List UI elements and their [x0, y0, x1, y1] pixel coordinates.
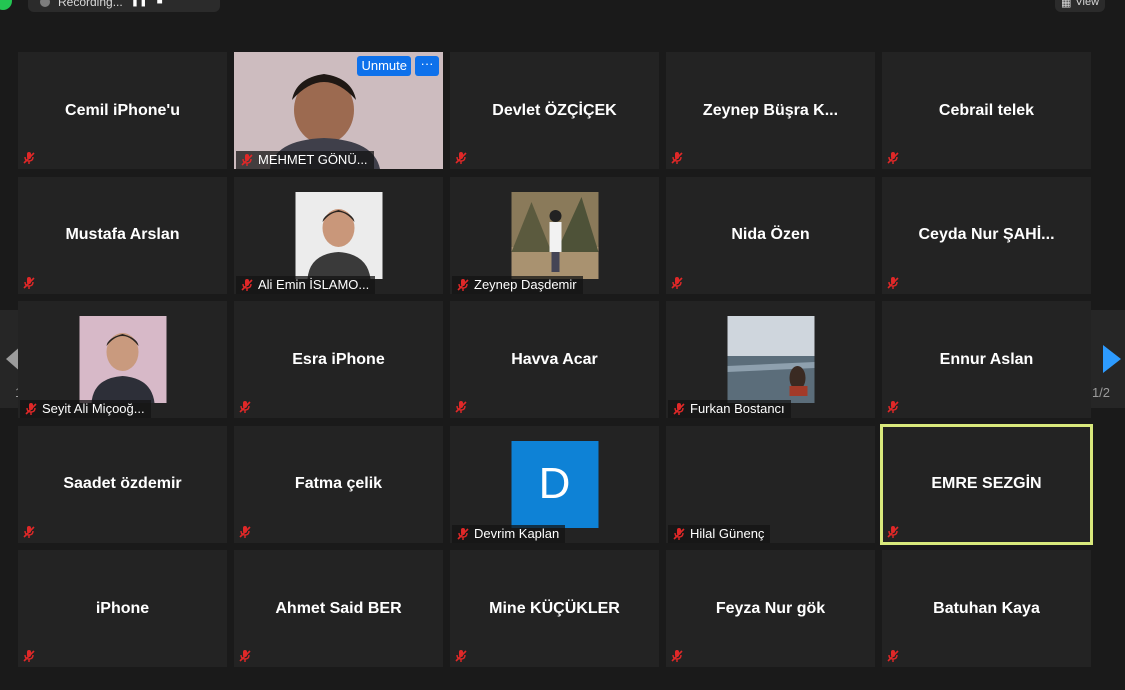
participant-name: Mine KÜÇÜKLER: [489, 599, 620, 617]
participant-name: Hilal Günenç: [690, 525, 765, 541]
participant-tile[interactable]: Mustafa Arslan: [18, 176, 227, 294]
participant-tile[interactable]: Ceyda Nur ŞAHİ...: [882, 176, 1091, 294]
profile-photo: [511, 191, 598, 279]
participant-name: Devlet ÖZÇİÇEK: [492, 101, 617, 119]
stop-recording-icon[interactable]: ■: [153, 0, 167, 7]
muted-mic-icon: [886, 400, 900, 414]
participant-tile[interactable]: EMRE SEZGİN: [880, 423, 1093, 545]
participant-tile[interactable]: Furkan Bostancı: [666, 301, 875, 418]
participant-name: Feyza Nur gök: [715, 599, 826, 617]
participant-tile[interactable]: Devlet ÖZÇİÇEK: [450, 52, 659, 169]
participant-tile[interactable]: Havva Acar: [450, 301, 659, 418]
participant-tile[interactable]: Fatma çelik: [234, 425, 443, 543]
muted-mic-icon: [886, 525, 900, 539]
muted-mic-icon: [886, 649, 900, 663]
more-options-button[interactable]: ···: [415, 56, 439, 76]
profile-photo: [79, 316, 166, 403]
unmute-button[interactable]: Unmute: [357, 56, 411, 76]
security-icon[interactable]: [0, 0, 12, 10]
recording-label: Recording...: [58, 0, 123, 9]
profile-photo: [295, 191, 382, 279]
muted-mic-icon: [22, 649, 36, 663]
participant-label: Zeynep Daşdemir: [452, 275, 583, 294]
participant-tile[interactable]: Ali Emin İSLAMO...: [234, 176, 443, 294]
muted-mic-icon: [454, 649, 468, 663]
muted-mic-icon: [238, 525, 252, 539]
participant-name: Esra iPhone: [292, 350, 385, 368]
avatar: D: [511, 440, 598, 528]
participant-tile[interactable]: Ahmet Said BER: [234, 550, 443, 667]
participant-name: iPhone: [95, 599, 150, 617]
participant-label: Furkan Bostancı: [668, 400, 791, 418]
participant-name: Ali Emin İSLAMO...: [258, 276, 370, 292]
participant-name: Nida Özen: [731, 226, 810, 243]
participant-label: Seyit Ali Miçooğ...: [20, 400, 151, 418]
muted-mic-icon: [672, 527, 686, 541]
participant-tile[interactable]: Saadet özdemir: [18, 425, 227, 543]
participant-tile[interactable]: Hilal Günenç: [666, 425, 875, 543]
muted-mic-icon: [238, 400, 252, 414]
profile-photo: [727, 316, 814, 403]
muted-mic-icon: [672, 402, 686, 416]
view-button[interactable]: ▦ View: [1055, 0, 1105, 12]
participant-tile[interactable]: Ennur Aslan: [882, 301, 1091, 418]
participant-tile[interactable]: Unmute ··· MEHMET GÖNÜ...: [234, 52, 443, 169]
muted-mic-icon: [456, 527, 470, 541]
participant-name: Cemil iPhone'u: [65, 101, 180, 119]
participant-name: Zeynep Daşdemir: [474, 276, 577, 292]
participant-name: Batuhan Kaya: [933, 599, 1040, 617]
participant-tile[interactable]: Esra iPhone: [234, 301, 443, 418]
participant-tile[interactable]: D Devrim Kaplan: [450, 425, 659, 543]
recording-indicator: Recording... ❚❚ ■: [28, 0, 220, 12]
muted-mic-icon: [240, 153, 254, 167]
participant-name: Devrim Kaplan: [474, 525, 560, 541]
muted-mic-icon: [238, 649, 252, 663]
muted-mic-icon: [454, 151, 468, 165]
participant-name: Ennur Aslan: [939, 350, 1034, 368]
participant-tile[interactable]: Seyit Ali Miçooğ...: [18, 301, 227, 418]
participant-name: Saadet özdemir: [63, 475, 182, 492]
muted-mic-icon: [22, 525, 36, 539]
grid-view-icon: ▦: [1060, 0, 1072, 9]
participant-tile[interactable]: Cemil iPhone'u: [18, 52, 227, 169]
muted-mic-icon: [24, 402, 38, 416]
participant-label: Devrim Kaplan: [452, 524, 566, 543]
view-label: View: [1075, 0, 1100, 8]
muted-mic-icon: [670, 151, 684, 165]
participant-name: Cebrail telek: [938, 101, 1035, 119]
pause-recording-icon[interactable]: ❚❚: [131, 0, 148, 7]
participant-label: MEHMET GÖNÜ...: [236, 151, 374, 169]
muted-mic-icon: [886, 276, 900, 290]
muted-mic-icon: [456, 278, 470, 292]
participant-label: Ali Emin İSLAMO...: [236, 275, 376, 294]
participant-name: EMRE SEZGİN: [931, 475, 1042, 492]
participant-name: MEHMET GÖNÜ...: [258, 152, 368, 167]
participant-name: Zeynep Büşra K...: [702, 101, 839, 119]
participant-tile[interactable]: Zeynep Daşdemir: [450, 176, 659, 294]
participant-tile[interactable]: Nida Özen: [666, 176, 875, 294]
participant-name: Ceyda Nur ŞAHİ...: [918, 226, 1055, 243]
muted-mic-icon: [886, 151, 900, 165]
participant-name: Fatma çelik: [294, 475, 383, 492]
participant-tile[interactable]: Zeynep Büşra K...: [666, 52, 875, 169]
participant-name: Furkan Bostancı: [690, 401, 785, 416]
participant-tile[interactable]: Cebrail telek: [882, 52, 1091, 169]
muted-mic-icon: [240, 278, 254, 292]
participant-tile[interactable]: iPhone: [18, 550, 227, 667]
participant-name: Mustafa Arslan: [65, 226, 180, 243]
participant-tile[interactable]: Mine KÜÇÜKLER: [450, 550, 659, 667]
participant-name: Havva Acar: [511, 350, 598, 368]
participant-label: Hilal Günenç: [668, 524, 771, 543]
record-icon: [40, 0, 50, 7]
muted-mic-icon: [22, 276, 36, 290]
muted-mic-icon: [454, 400, 468, 414]
muted-mic-icon: [670, 649, 684, 663]
top-bar: Recording... ❚❚ ■ ▦ View: [0, 0, 1125, 14]
participant-name: Ahmet Said BER: [275, 599, 402, 617]
participant-tile[interactable]: Feyza Nur gök: [666, 550, 875, 667]
muted-mic-icon: [22, 151, 36, 165]
participant-tile[interactable]: Batuhan Kaya: [882, 550, 1091, 667]
participant-name: Seyit Ali Miçooğ...: [42, 401, 145, 416]
muted-mic-icon: [670, 276, 684, 290]
